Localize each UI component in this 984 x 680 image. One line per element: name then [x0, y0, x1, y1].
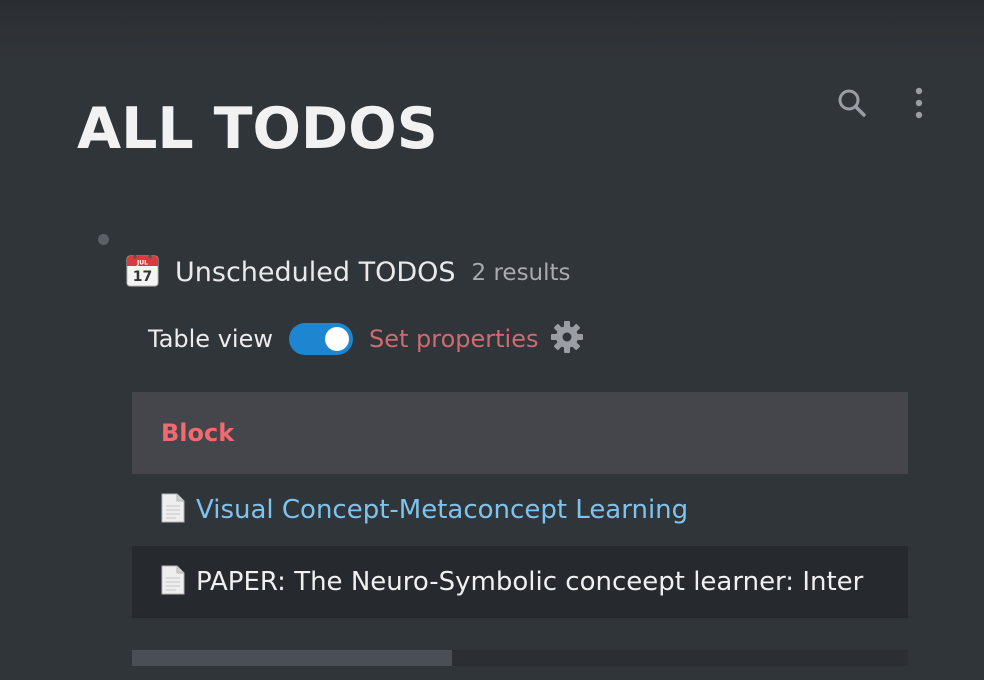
row-page-link[interactable]: Visual Concept-Metaconcept Learning	[196, 495, 688, 525]
calendar-month: JUL	[136, 260, 148, 267]
calendar-icon: JUL 17	[126, 254, 175, 291]
table-header: Block	[132, 392, 908, 474]
toggle-knob	[324, 327, 349, 351]
top-actions	[836, 86, 924, 120]
table-row[interactable]: Visual Concept-Metaconcept Learning	[132, 474, 908, 546]
query-header: JUL 17 Unscheduled TODOS 2 results	[126, 254, 571, 291]
block-bullet[interactable]	[98, 234, 109, 245]
set-properties-link[interactable]: Set properties	[369, 325, 539, 353]
page-title: ALL TODOS	[77, 96, 438, 162]
table-view-label: Table view	[148, 325, 273, 353]
query-title[interactable]: Unscheduled TODOS	[175, 257, 456, 288]
search-icon[interactable]	[836, 87, 868, 119]
page: ALL TODOS JUL 17 Unscheduled TODOS 2 res…	[0, 0, 984, 680]
more-vertical-icon[interactable]	[914, 86, 924, 120]
page-icon	[160, 565, 196, 599]
column-header-block[interactable]: Block	[161, 419, 234, 447]
table-view-toggle[interactable]	[288, 323, 353, 355]
row-block-text[interactable]: PAPER: The Neuro-Symbolic conceept learn…	[196, 567, 863, 597]
query-table: Block Visual Concept-Metaconcept Learnin…	[132, 392, 908, 618]
scrollbar-thumb[interactable]	[132, 650, 452, 666]
gear-icon[interactable]	[550, 320, 584, 358]
page-icon	[160, 493, 196, 527]
query-controls: Table view Set properties	[148, 320, 584, 358]
table-row[interactable]: PAPER: The Neuro-Symbolic conceept learn…	[132, 546, 908, 618]
calendar-day: 17	[133, 269, 152, 285]
result-count: 2 results	[471, 259, 571, 286]
horizontal-scrollbar[interactable]	[132, 650, 908, 666]
